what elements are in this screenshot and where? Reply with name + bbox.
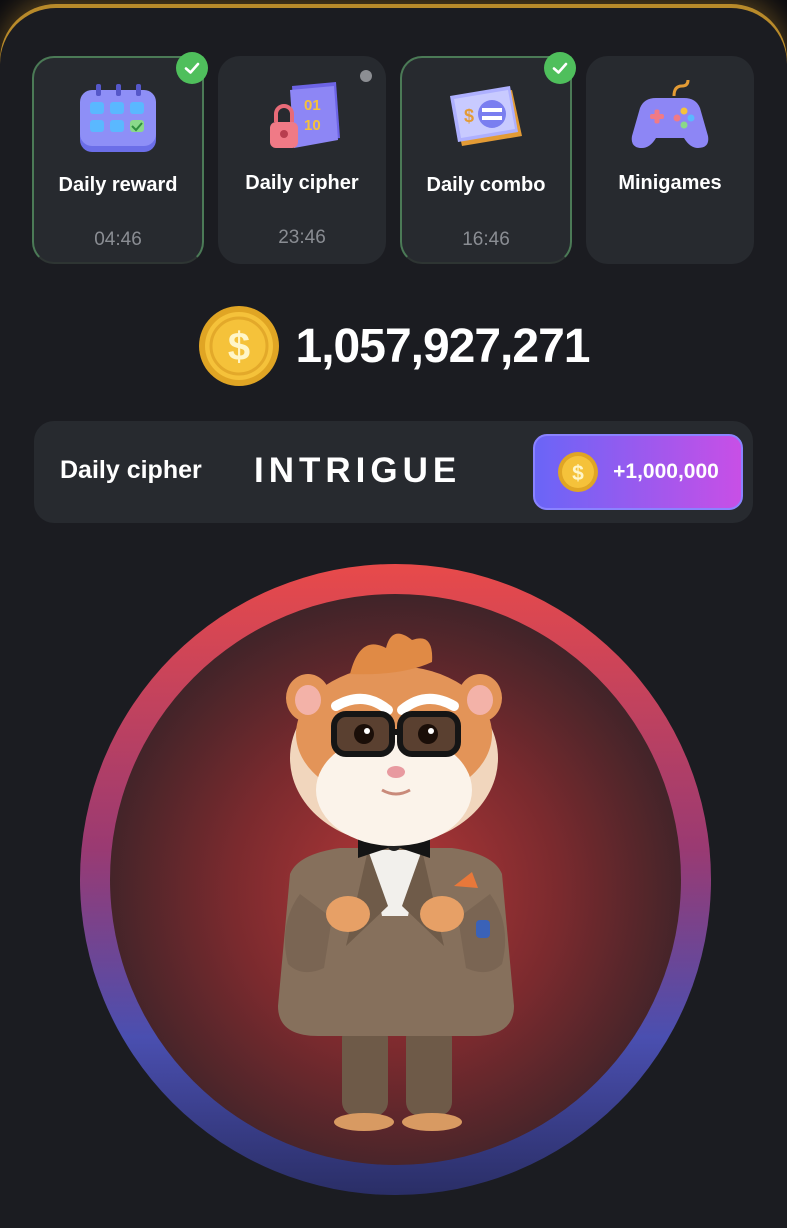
calendar-icon <box>80 84 156 152</box>
cipher-word: INTRIGUE <box>254 451 462 490</box>
svg-text:10: 10 <box>304 117 321 134</box>
card-timer: 16:46 <box>462 229 510 250</box>
cipher-label: Daily cipher <box>60 456 202 484</box>
check-icon <box>176 52 208 84</box>
card-timer: 04:46 <box>94 229 142 250</box>
cipher-reward-button[interactable]: $ +1,000,000 <box>533 434 743 510</box>
hamster-ceo-character[interactable] <box>110 594 681 1165</box>
dollar-coin-icon: $ <box>198 306 279 386</box>
cipher-lock-icon: 01 10 <box>270 82 340 148</box>
tap-circle-inner[interactable] <box>110 594 681 1165</box>
daily-cipher-card[interactable]: 01 10 Daily cipher 23:46 <box>218 56 386 264</box>
balance-display: $ 1,057,927,271 <box>0 296 787 396</box>
tap-circle[interactable] <box>80 564 711 1195</box>
svg-text:$: $ <box>464 106 474 126</box>
svg-text:$: $ <box>227 325 249 369</box>
check-icon <box>544 52 576 84</box>
dollar-coin-icon: $ <box>558 452 599 492</box>
daily-reward-card[interactable]: Daily reward 04:46 <box>32 52 208 264</box>
daily-combo-card[interactable]: $ Daily combo 16:46 <box>400 52 576 264</box>
app-frame: Daily reward 04:46 01 10 Daily cipher 23… <box>0 8 787 1228</box>
card-label: Minigames <box>618 172 722 194</box>
svg-text:$: $ <box>572 462 584 485</box>
card-label: Daily reward <box>58 174 178 196</box>
coin-card-icon: $ <box>450 86 522 146</box>
card-timer: 23:46 <box>278 227 326 248</box>
card-label: Daily cipher <box>245 172 359 194</box>
balance-value: 1,057,927,271 <box>295 319 591 373</box>
svg-text:01: 01 <box>304 97 321 114</box>
status-dot <box>360 70 372 82</box>
gamepad-icon <box>631 79 709 148</box>
minigames-card[interactable]: Minigames <box>586 56 754 264</box>
daily-cipher-bar: Daily cipher INTRIGUE $ +1,000,000 <box>34 421 753 523</box>
card-label: Daily combo <box>426 174 546 196</box>
daily-cards-row: Daily reward 04:46 01 10 Daily cipher 23… <box>32 52 754 264</box>
reward-value: +1,000,000 <box>613 460 719 483</box>
